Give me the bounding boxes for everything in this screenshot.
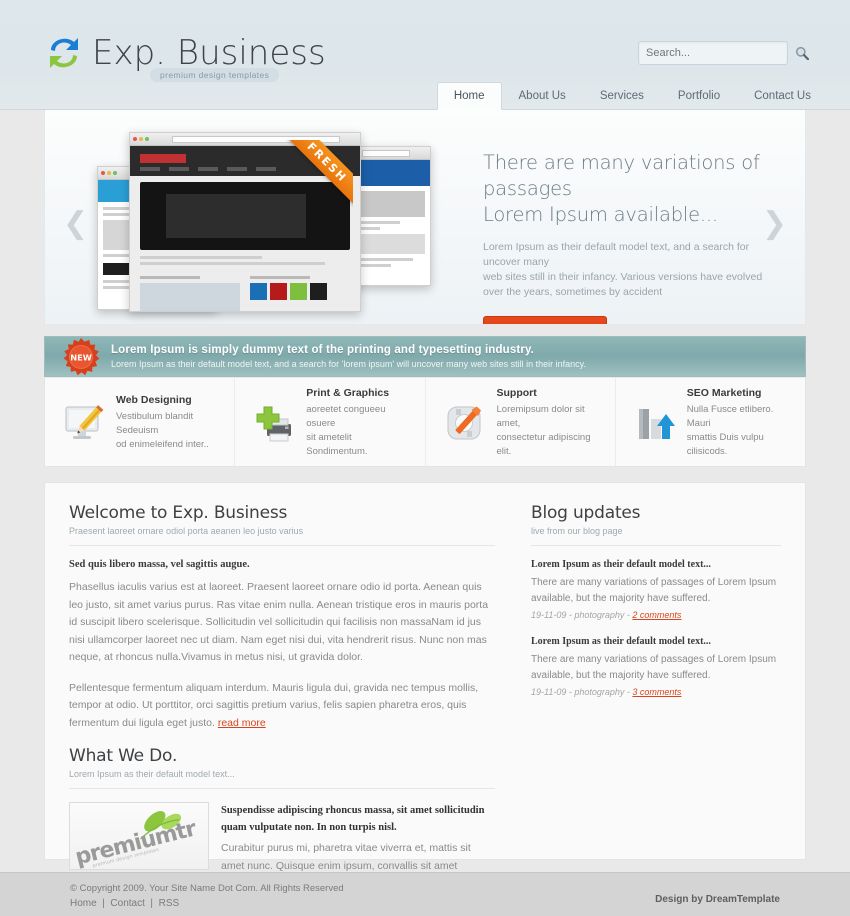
services-row: Web Designing Vestibulum blandit Sedeuis… bbox=[44, 378, 806, 467]
promo-subtitle: Lorem Ipsum as their default model text,… bbox=[111, 359, 586, 369]
service-title: SEO Marketing bbox=[686, 387, 762, 399]
service-desc-line2: sit ametelit Sondimentum. bbox=[306, 432, 368, 457]
hero-title-line1: There are many variations of passages bbox=[483, 151, 760, 200]
footer-link-contact[interactable]: Contact bbox=[110, 898, 144, 909]
welcome-lead: Sed quis libero massa, vel sagittis augu… bbox=[69, 559, 250, 570]
hero-text-block: There are many variations of passages Lo… bbox=[483, 150, 783, 324]
blog-item-comments-link[interactable]: 3 comments bbox=[632, 687, 681, 697]
what-we-do-subtitle: Lorem Ipsum as their default model text.… bbox=[69, 769, 235, 779]
welcome-paragraph-2-text: Pellentesque fermentum aliquam interdum.… bbox=[69, 681, 479, 729]
promo-banner: NEW Lorem Ipsum is simply dummy text of … bbox=[44, 336, 806, 377]
blog-item-comments-link[interactable]: 2 comments bbox=[632, 610, 681, 620]
nav-item-about-us[interactable]: About Us bbox=[502, 82, 583, 109]
content-left-column: Welcome to Exp. Business Praesent laoree… bbox=[45, 483, 515, 889]
service-desc-line1: aoreetet congueeu osuere bbox=[306, 404, 386, 429]
welcome-paragraph-2: Pellentesque fermentum aliquam interdum.… bbox=[69, 680, 495, 733]
magnifier-icon[interactable] bbox=[795, 44, 809, 62]
site-footer: © Copyright 2009. Your Site Name Dot Com… bbox=[0, 872, 850, 916]
service-title: Print & Graphics bbox=[306, 387, 390, 399]
blog-item-meta: 19-11-09 - photography - 2 comments bbox=[531, 610, 682, 620]
nav-item-home[interactable]: Home bbox=[436, 82, 502, 110]
service-seo-marketing[interactable]: SEO Marketing Nulla Fusce etlibero. Maur… bbox=[616, 378, 805, 466]
footer-left: © Copyright 2009. Your Site Name Dot Com… bbox=[70, 883, 344, 909]
footer-copyright: © Copyright 2009. Your Site Name Dot Com… bbox=[70, 883, 344, 894]
footer-link-home[interactable]: Home bbox=[70, 898, 97, 909]
what-we-do-title: What We Do. bbox=[69, 746, 178, 766]
divider bbox=[69, 788, 495, 789]
blog-item-meta: 19-11-09 - photography - 3 comments bbox=[531, 687, 682, 697]
blog-item[interactable]: Lorem Ipsum as their default model text.… bbox=[531, 636, 781, 697]
site-header: Exp. Business premium design templates H… bbox=[0, 0, 850, 110]
refresh-arrows-icon bbox=[44, 32, 84, 74]
sign-up-now-button[interactable]: Sign Up Now bbox=[483, 316, 607, 324]
service-desc-line1: Vestibulum blandit Sedeuism bbox=[116, 411, 194, 436]
svg-text:NEW: NEW bbox=[70, 352, 91, 362]
footer-link-rss[interactable]: RSS bbox=[159, 898, 180, 909]
main-navigation: Home About Us Services Portfolio Contact… bbox=[436, 82, 828, 110]
blog-item-title[interactable]: Lorem Ipsum as their default model text.… bbox=[531, 559, 781, 570]
site-logo[interactable]: Exp. Business premium design templates bbox=[44, 32, 326, 82]
blog-item[interactable]: Lorem Ipsum as their default model text.… bbox=[531, 559, 781, 620]
page-root: Exp. Business premium design templates H… bbox=[0, 0, 850, 916]
bar-chart-arrow-icon bbox=[632, 400, 678, 446]
chevron-left-icon[interactable]: ❮ bbox=[63, 206, 88, 241]
blog-item-text: There are many variations of passages of… bbox=[531, 577, 777, 604]
blog-subtitle: live from our blog page bbox=[531, 526, 623, 536]
search-box[interactable] bbox=[638, 41, 809, 65]
blog-item-category: photography bbox=[574, 610, 625, 620]
new-starburst-badge: NEW bbox=[61, 337, 101, 377]
service-desc-line2: smattis Duis vulpu cilisicods. bbox=[686, 432, 764, 457]
main-content: Welcome to Exp. Business Praesent laoree… bbox=[44, 482, 806, 889]
premiumtr-thumbnail[interactable]: premiumtr premium design templates bbox=[69, 802, 209, 870]
divider bbox=[69, 545, 495, 546]
blog-item-category: photography bbox=[574, 687, 625, 697]
printer-plus-icon bbox=[251, 400, 297, 446]
footer-credit: Design by DreamTemplate bbox=[655, 894, 780, 905]
lifebuoy-wrench-icon bbox=[442, 400, 488, 446]
promo-title: Lorem Ipsum is simply dummy text of the … bbox=[111, 344, 535, 356]
service-title: Support bbox=[496, 387, 537, 399]
monitor-pencil-icon bbox=[61, 400, 107, 446]
blog-sidebar: Blog updates live from our blog page Lor… bbox=[515, 483, 805, 859]
welcome-title: Welcome to Exp. Business bbox=[69, 503, 288, 523]
blog-item-date: 19-11-09 bbox=[531, 687, 567, 697]
divider bbox=[531, 545, 781, 546]
welcome-paragraph-1: Phasellus iaculis varius est at laoreet.… bbox=[69, 581, 489, 663]
logo-title: Exp. Business bbox=[92, 33, 326, 73]
blog-title: Blog updates bbox=[531, 503, 641, 523]
hero-mockup-group: FRESH bbox=[97, 118, 431, 318]
service-desc-line1: Nulla Fusce etlibero. Mauri bbox=[686, 404, 774, 429]
service-title: Web Designing bbox=[116, 394, 192, 406]
nav-item-services[interactable]: Services bbox=[583, 82, 661, 109]
welcome-read-more-link[interactable]: read more bbox=[218, 717, 266, 729]
hero-title-line2: Lorem Ipsum available... bbox=[483, 203, 718, 226]
footer-links: Home | Contact | RSS bbox=[70, 898, 180, 909]
service-web-designing[interactable]: Web Designing Vestibulum blandit Sedeuis… bbox=[45, 378, 236, 466]
blog-item-text: There are many variations of passages of… bbox=[531, 654, 777, 681]
service-desc-line2: od enimeleifend inter.. bbox=[116, 439, 209, 450]
welcome-subtitle: Praesent laoreet ornare odiol porta aean… bbox=[69, 526, 304, 536]
hero-desc-line3: over the years, sometimes by accident bbox=[483, 286, 663, 298]
blog-item-title[interactable]: Lorem Ipsum as their default model text.… bbox=[531, 636, 781, 647]
search-input[interactable] bbox=[639, 47, 795, 59]
hero-desc-line1: Lorem Ipsum as their default model text,… bbox=[483, 241, 750, 268]
fresh-ribbon: FRESH bbox=[245, 140, 353, 248]
hero-slider: ❮ ❯ FRESH There are many variations of p… bbox=[44, 110, 806, 325]
service-desc-line2: consectetur adipiscing elit. bbox=[496, 432, 591, 457]
what-we-do-lead: Suspendisse adipiscing rhoncus massa, si… bbox=[221, 805, 485, 833]
logo-tagline: premium design templates bbox=[150, 68, 280, 82]
ribbon-label: FRESH bbox=[277, 140, 353, 213]
hero-desc-line2: web sites still in their infancy. Variou… bbox=[483, 271, 763, 283]
service-support[interactable]: Support Loremipsum dolor sit amet, conse… bbox=[426, 378, 616, 466]
nav-item-portfolio[interactable]: Portfolio bbox=[661, 82, 737, 109]
service-print-graphics[interactable]: Print & Graphics aoreetet congueeu osuer… bbox=[235, 378, 426, 466]
nav-item-contact-us[interactable]: Contact Us bbox=[737, 82, 828, 109]
blog-item-date: 19-11-09 bbox=[531, 610, 567, 620]
service-desc-line1: Loremipsum dolor sit amet, bbox=[496, 404, 585, 429]
